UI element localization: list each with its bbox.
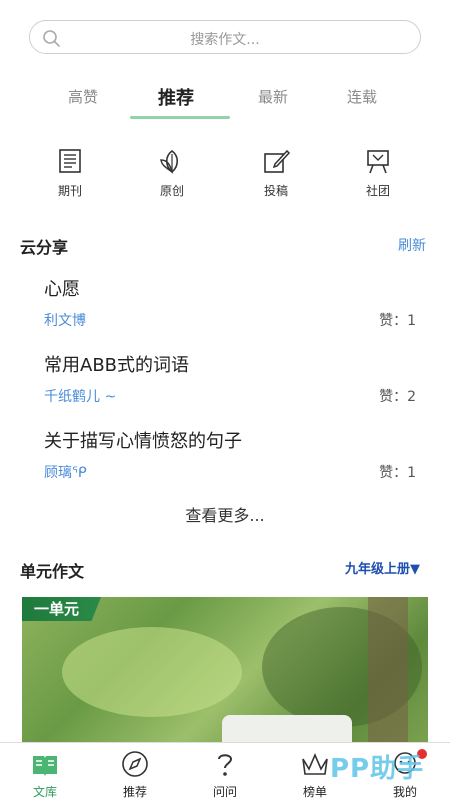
share-item-title[interactable]: 心愿 bbox=[44, 275, 80, 301]
tab-serial[interactable]: 连载 bbox=[347, 86, 377, 107]
unit-essay-title: 单元作文 bbox=[20, 562, 85, 581]
club-icon bbox=[367, 150, 389, 174]
share-item-likes: 赞：2 bbox=[379, 389, 416, 405]
category-submit[interactable]: 投稿 bbox=[246, 146, 306, 199]
nav-label: 文库 bbox=[32, 785, 57, 799]
share-item-title[interactable]: 常用ABB式的词语 bbox=[44, 351, 189, 377]
content-tabs: 高赞 推荐 最新 连载 bbox=[40, 78, 410, 122]
active-tab-indicator bbox=[130, 116, 230, 119]
share-item-author[interactable]: 千纸鹤儿 ~ bbox=[44, 386, 116, 406]
category-label: 社团 bbox=[365, 184, 390, 198]
category-row: 期刊 原创 投稿 社团 bbox=[0, 146, 450, 206]
unit-banner[interactable]: 一单元 bbox=[22, 597, 428, 742]
compass-icon bbox=[122, 751, 148, 777]
view-more-link[interactable]: 查看更多... bbox=[0, 502, 450, 526]
tab-top-rated[interactable]: 高赞 bbox=[68, 86, 98, 107]
journal-icon bbox=[59, 149, 81, 173]
banner-bokeh bbox=[62, 627, 242, 717]
category-label: 期刊 bbox=[57, 184, 82, 198]
share-item-author[interactable]: 利文博 bbox=[44, 310, 86, 330]
share-item-likes: 赞：1 bbox=[379, 313, 416, 329]
nav-recommend[interactable]: 推荐 bbox=[105, 749, 165, 800]
nav-label: 我的 bbox=[392, 785, 417, 799]
cloud-share-title: 云分享 bbox=[20, 238, 69, 257]
nav-label: 推荐 bbox=[122, 785, 147, 799]
nav-label: 榜单 bbox=[302, 785, 327, 799]
grade-dropdown[interactable]: 九年级上册▼ bbox=[345, 558, 420, 577]
share-item-author[interactable]: 顾璃ᕿ bbox=[44, 462, 87, 482]
share-item[interactable]: 关于描写心情愤怒的句子 顾璃ᕿ 赞：1 bbox=[44, 427, 416, 501]
share-item[interactable]: 心愿 利文博 赞：1 bbox=[44, 275, 416, 349]
category-label: 投稿 bbox=[263, 184, 288, 198]
book-icon bbox=[33, 756, 57, 776]
nav-library[interactable]: 文库 bbox=[15, 749, 75, 800]
pen-edit-icon bbox=[264, 149, 291, 173]
banner-cup bbox=[222, 715, 352, 742]
share-item[interactable]: 常用ABB式的词语 千纸鹤儿 ~ 赞：2 bbox=[44, 351, 416, 425]
nav-ask[interactable]: 问问 bbox=[195, 749, 255, 800]
share-item-title[interactable]: 关于描写心情愤怒的句子 bbox=[44, 427, 242, 453]
category-original[interactable]: 原创 bbox=[142, 146, 202, 199]
unit-tag: 一单元 bbox=[22, 597, 102, 621]
leaf-icon bbox=[160, 150, 179, 174]
search-bar[interactable]: 搜索作文... bbox=[29, 20, 421, 54]
nav-label: 问问 bbox=[212, 785, 237, 799]
refresh-button[interactable]: 刷新 bbox=[398, 235, 426, 255]
tab-latest[interactable]: 最新 bbox=[258, 86, 288, 107]
category-club[interactable]: 社团 bbox=[348, 146, 408, 199]
search-input[interactable]: 搜索作文... bbox=[30, 29, 420, 49]
crown-icon bbox=[302, 752, 328, 775]
share-item-likes: 赞：1 bbox=[379, 465, 416, 481]
category-label: 原创 bbox=[159, 184, 184, 198]
watermark-logo: PP助手 bbox=[330, 754, 425, 784]
tab-recommended[interactable]: 推荐 bbox=[158, 84, 194, 110]
question-icon bbox=[218, 754, 233, 776]
category-journal[interactable]: 期刊 bbox=[40, 146, 100, 199]
banner-tree-trunk bbox=[368, 597, 408, 742]
